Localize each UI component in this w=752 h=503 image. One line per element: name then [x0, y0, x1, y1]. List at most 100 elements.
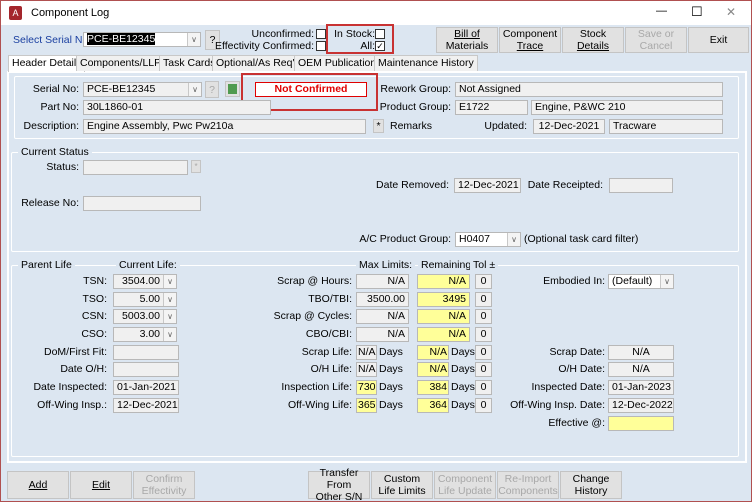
current-life-field[interactable]: 12-Dec-2021: [113, 398, 179, 413]
part-no-field[interactable]: 30L1860-01: [83, 100, 271, 115]
tolerance-field[interactable]: 0: [475, 274, 492, 289]
minimize-button[interactable]: —: [656, 5, 667, 17]
ac-product-group-combo[interactable]: H0407 ∨: [455, 232, 521, 247]
effective-at-field[interactable]: [608, 416, 674, 431]
current-life-combo[interactable]: 5003.00 ∨: [113, 309, 177, 324]
current-life-value: 5.00: [139, 293, 160, 305]
remaining-days-field: 384: [417, 380, 449, 395]
stock-details-button[interactable]: Stock Details: [562, 27, 624, 53]
maximize-button[interactable]: ☐: [691, 4, 703, 20]
date-field: 12-Dec-2022: [608, 398, 674, 413]
ac-product-group-label: A/C Product Group:: [359, 233, 451, 245]
tolerance-field[interactable]: 0: [475, 327, 492, 342]
component-life-update-button[interactable]: Component Life Update: [434, 471, 496, 499]
re-import-components-button[interactable]: Re-Import Components: [497, 471, 559, 499]
tolerance-field[interactable]: 0: [475, 309, 492, 324]
current-life-field[interactable]: [113, 345, 179, 360]
btn-line: Effectivity: [141, 485, 187, 497]
btn-line2: Cancel: [639, 40, 673, 52]
description-field[interactable]: Engine Assembly, Pwc Pw210a: [83, 119, 366, 134]
chevron-down-icon[interactable]: ∨: [188, 83, 201, 96]
custom-life-limits-button[interactable]: Custom Life Limits: [371, 471, 433, 499]
product-group-label: Product Group:: [379, 101, 451, 113]
embodied-in-combo[interactable]: (Default) ∨: [608, 274, 674, 289]
days-unit: Days: [379, 363, 403, 375]
serial-no-combo[interactable]: PCE-BE12345 ∨: [83, 82, 202, 97]
current-life-combo[interactable]: 5.00 ∨: [113, 292, 177, 307]
tol-header: Tol ±: [470, 259, 499, 271]
change-history-button[interactable]: Change History: [560, 471, 622, 499]
tolerance-field[interactable]: 0: [475, 398, 492, 413]
chevron-down-icon[interactable]: ∨: [163, 293, 176, 306]
tab-maintenance-history[interactable]: Maintenance History: [374, 55, 478, 71]
chevron-down-icon[interactable]: ∨: [187, 33, 200, 46]
current-life-combo[interactable]: 3504.00 ∨: [113, 274, 177, 289]
save-or-cancel-button[interactable]: Save or Cancel: [625, 27, 687, 53]
tab-oem-publications[interactable]: OEM Publications: [294, 55, 386, 71]
date-removed-label: Date Removed:: [376, 179, 449, 191]
exit-button[interactable]: Exit: [688, 27, 749, 53]
chevron-down-icon[interactable]: ∨: [163, 328, 176, 341]
tab-components-llps[interactable]: Components/LLP's: [76, 55, 173, 71]
component-log-window: A Component Log — ☐ ✕ Select Serial No: …: [0, 0, 752, 503]
product-group-name: Engine, P&WC 210: [531, 100, 723, 115]
add-button[interactable]: Add: [7, 471, 69, 499]
bill-of-materials-button[interactable]: Bill of Materials: [436, 27, 498, 53]
date-receipted-label: Date Receipted:: [527, 179, 603, 191]
unconfirmed-checkbox[interactable]: [316, 29, 326, 39]
date-field: 01-Jan-2023: [608, 380, 674, 395]
days-unit: Days: [451, 399, 475, 411]
days-unit: Days: [451, 381, 475, 393]
select-serial-combo[interactable]: PCE-BE12345 ∨: [83, 32, 201, 47]
tab-optional-as-reqd[interactable]: Optional/As Req'd: [212, 55, 305, 71]
btn-line: Re-Import: [504, 473, 552, 485]
tolerance-field[interactable]: 0: [475, 345, 492, 360]
highlight-box-stock: [326, 24, 394, 54]
chevron-down-icon[interactable]: ∨: [507, 233, 520, 246]
close-button[interactable]: ✕: [726, 5, 736, 19]
tolerance-field[interactable]: 0: [475, 292, 492, 307]
date-receipted-field[interactable]: [609, 178, 673, 193]
chevron-down-icon[interactable]: ∨: [163, 275, 176, 288]
component-trace-button[interactable]: Component Trace: [499, 27, 561, 53]
date-label: Inspected Date:: [531, 381, 605, 393]
current-life-label: CSO:: [81, 328, 107, 340]
parent-life-legend: Parent Life: [18, 259, 75, 271]
current-life-value: 3.00: [139, 328, 160, 340]
window-title: Component Log: [31, 7, 110, 19]
documents-icon[interactable]: [225, 81, 240, 97]
btn-line: Other S/N: [315, 491, 363, 503]
current-life-field[interactable]: 01-Jan-2021: [113, 380, 179, 395]
chevron-down-icon[interactable]: ∨: [660, 275, 673, 288]
serial-help-button[interactable]: ?: [205, 81, 219, 98]
date-label: Off-Wing Insp. Date:: [510, 399, 605, 411]
remaining-field: N/A: [417, 274, 470, 289]
tab-task-cards[interactable]: Task Cards: [159, 55, 220, 71]
product-group-code[interactable]: E1722: [455, 100, 528, 115]
status-field: [83, 160, 188, 175]
tolerance-field[interactable]: 0: [475, 380, 492, 395]
btn-line1: Bill of: [454, 28, 480, 40]
current-life-field[interactable]: [113, 362, 179, 377]
tab-header-details[interactable]: Header Details: [8, 55, 86, 72]
current-life-label: DoM/First Fit:: [44, 346, 107, 358]
transfer-from-other-sn-button[interactable]: Transfer From Other S/N: [308, 467, 370, 503]
rework-group-label: Rework Group:: [380, 83, 451, 95]
serial-no-label: Serial No:: [32, 83, 79, 95]
current-life-label: TSN:: [83, 275, 107, 287]
rework-group-field[interactable]: Not Assigned: [455, 82, 723, 97]
remaining-days-field: 364: [417, 398, 449, 413]
status-button[interactable]: *: [191, 160, 201, 173]
confirm-effectivity-button[interactable]: Confirm Effectivity: [133, 471, 195, 499]
date-removed-field[interactable]: 12-Dec-2021: [454, 178, 521, 193]
btn-line: Transfer From: [319, 467, 359, 491]
remarks-button[interactable]: *: [373, 119, 384, 133]
remaining-days-field: N/A: [417, 362, 449, 377]
effectivity-confirmed-checkbox[interactable]: [316, 41, 326, 51]
chevron-down-icon[interactable]: ∨: [163, 310, 176, 323]
btn-line: Life Update: [438, 485, 492, 497]
edit-button[interactable]: Edit: [70, 471, 132, 499]
release-no-field[interactable]: [83, 196, 201, 211]
current-life-combo[interactable]: 3.00 ∨: [113, 327, 177, 342]
tolerance-field[interactable]: 0: [475, 362, 492, 377]
